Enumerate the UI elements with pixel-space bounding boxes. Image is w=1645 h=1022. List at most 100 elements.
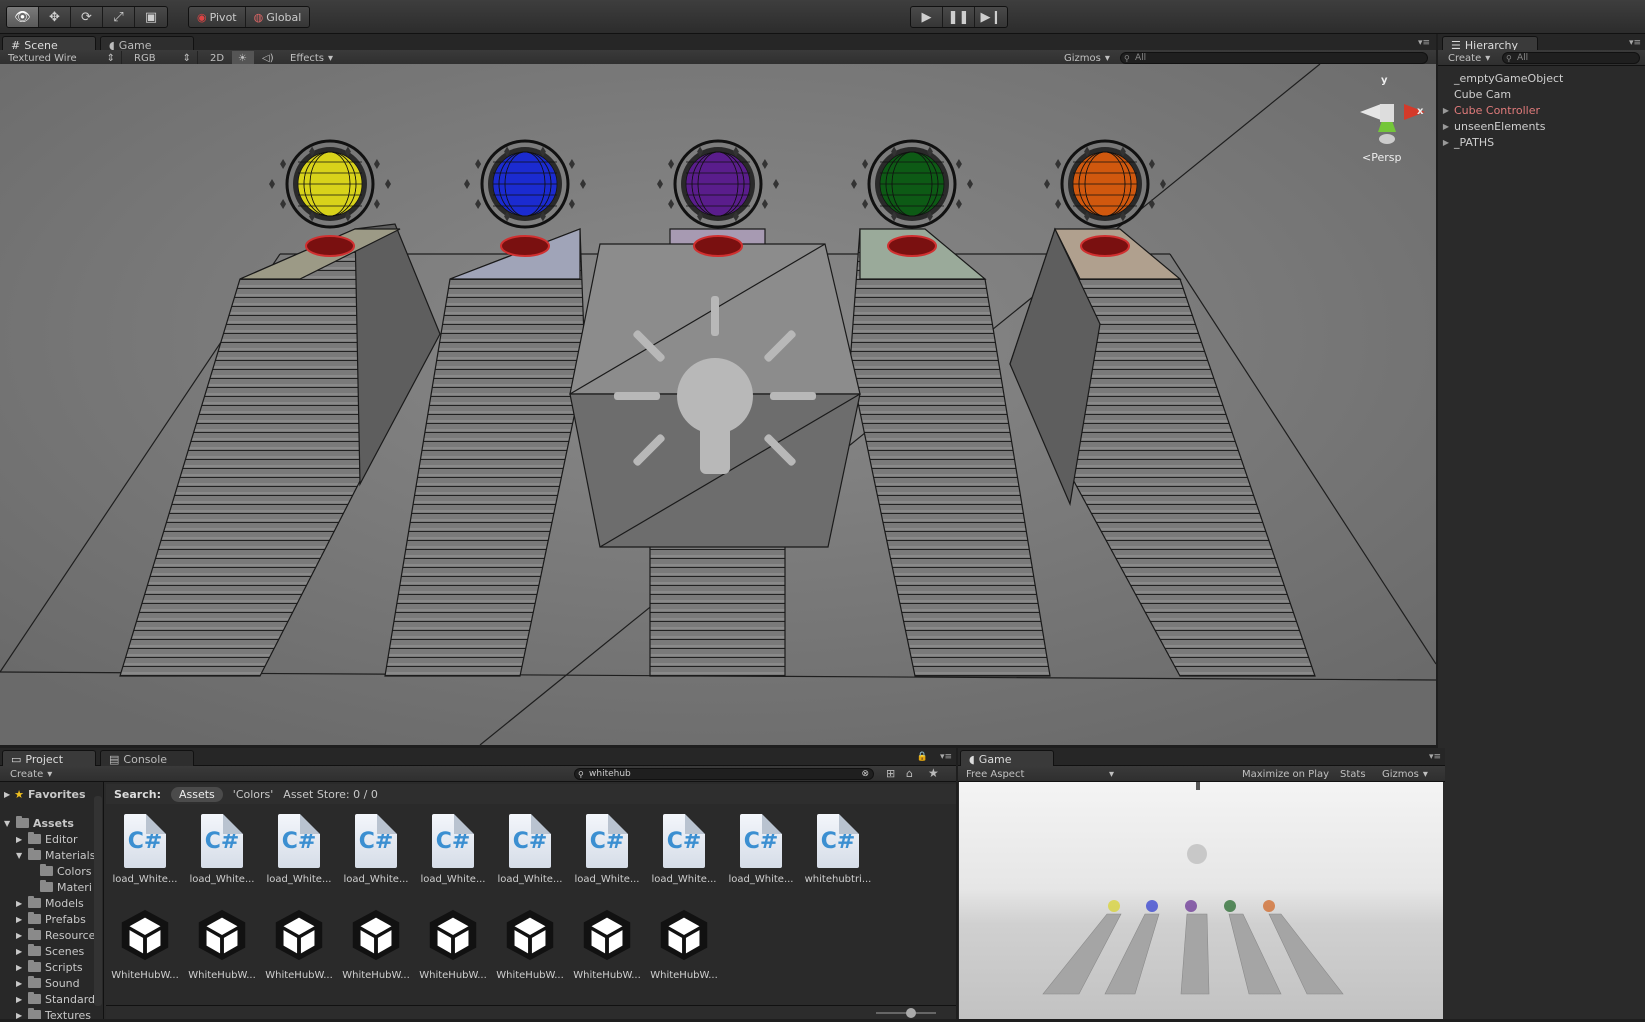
folder-item[interactable]: ▶ Textures — [0, 1007, 103, 1019]
folder-item[interactable]: ▶ Scenes — [0, 943, 103, 959]
script-asset[interactable]: C# load_White... — [649, 814, 719, 885]
draw-mode-dropdown[interactable]: Textured Wire ⇕ — [2, 51, 122, 65]
scope-assets[interactable]: Assets — [170, 786, 223, 802]
pause-button[interactable]: ❚❚ — [943, 7, 975, 27]
filter-label-icon[interactable]: ⌂ — [906, 767, 913, 780]
folder-item[interactable]: Colors — [0, 863, 103, 879]
panel-menu-icon[interactable]: ▾≡ — [1418, 38, 1430, 48]
scene-asset[interactable]: WhiteHubW... — [495, 906, 565, 981]
folder-item[interactable]: ▼ Materials — [0, 847, 103, 863]
hierarchy-item[interactable]: ▶ unseenElements — [1438, 118, 1645, 134]
tab-console[interactable]: ▤ Console — [100, 750, 194, 767]
script-asset[interactable]: C# load_White... — [264, 814, 334, 885]
project-search-input[interactable]: ⚲ whitehub ⊗ — [574, 768, 874, 780]
folder-item[interactable]: ▶ Standard — [0, 991, 103, 1007]
toggle-2d-button[interactable]: 2D — [204, 51, 230, 65]
updown-icon: ⇕ — [182, 52, 191, 64]
scene-asset[interactable]: WhiteHubW... — [110, 906, 180, 981]
expand-arrow-icon[interactable]: ▶ — [16, 947, 24, 956]
folder-item[interactable]: ▶ Scripts — [0, 959, 103, 975]
favorites-item[interactable]: ▶ ★ Favorites — [0, 786, 103, 802]
hierarchy-search-input[interactable]: ⚲ All — [1502, 52, 1640, 64]
project-toolbar: Create ▾ ⚲ whitehub ⊗ ⊞ ⌂ ★ — [0, 766, 956, 782]
folder-item[interactable]: Materi — [0, 879, 103, 895]
scene-asset[interactable]: WhiteHubW... — [341, 906, 411, 981]
lighting-toggle[interactable]: ☀ — [232, 51, 254, 65]
tab-game-view[interactable]: ◖ Game — [960, 750, 1054, 767]
favorite-star-icon[interactable]: ★ — [928, 766, 939, 780]
script-asset[interactable]: C# whitehubtri... — [803, 814, 873, 885]
scene-search-input[interactable]: ⚲ All — [1120, 52, 1428, 64]
global-button[interactable]: ◍ Global — [246, 7, 310, 27]
expand-arrow-icon[interactable]: ▶ — [16, 995, 24, 1004]
panel-menu-icon[interactable]: ▾≡ — [940, 752, 952, 762]
folder-item[interactable]: ▶ Sound — [0, 975, 103, 991]
expand-arrow-icon[interactable]: ▶ — [16, 1011, 24, 1020]
hierarchy-item[interactable]: Cube Cam — [1438, 86, 1645, 102]
scene-asset[interactable]: WhiteHubW... — [187, 906, 257, 981]
expand-arrow-icon[interactable]: ▶ — [1438, 106, 1454, 115]
script-asset[interactable]: C# load_White... — [726, 814, 796, 885]
scene-gizmos-dropdown[interactable]: Gizmos ▾ — [1058, 51, 1114, 65]
tree-scrollbar[interactable] — [94, 796, 102, 1006]
audio-toggle[interactable]: ◁) — [256, 51, 280, 65]
expand-arrow-icon[interactable]: ▶ — [16, 931, 24, 940]
scene-viewport[interactable]: y x <Persp — [0, 64, 1436, 745]
tab-project[interactable]: ▭ Project — [2, 750, 96, 767]
script-asset[interactable]: C# load_White... — [187, 814, 257, 885]
script-asset[interactable]: C# load_White... — [418, 814, 488, 885]
play-button[interactable]: ▶ — [911, 7, 943, 27]
lock-icon[interactable]: 🔒 — [917, 752, 928, 762]
scale-tool-button[interactable]: ⤢ — [103, 7, 135, 27]
folder-item[interactable]: ▶ Editor — [0, 831, 103, 847]
rect-tool-button[interactable]: ▣ — [135, 7, 167, 27]
expand-arrow-icon[interactable]: ▶ — [1438, 138, 1454, 147]
folder-item[interactable]: ▶ Models — [0, 895, 103, 911]
script-asset[interactable]: C# load_White... — [110, 814, 180, 885]
maximize-on-play-toggle[interactable]: Maximize on Play — [1236, 767, 1335, 781]
scope-colors[interactable]: 'Colors' — [233, 788, 274, 801]
script-asset[interactable]: C# load_White... — [341, 814, 411, 885]
hierarchy-item[interactable]: ▶ _PATHS — [1438, 134, 1645, 150]
clear-search-icon[interactable]: ⊗ — [861, 769, 869, 779]
step-button[interactable]: ▶❙ — [975, 7, 1007, 27]
hierarchy-create-dropdown[interactable]: Create ▾ — [1442, 51, 1496, 65]
scene-asset[interactable]: WhiteHubW... — [418, 906, 488, 981]
move-tool-button[interactable]: ✥ — [39, 7, 71, 27]
folder-item[interactable]: ▼ Assets — [0, 815, 103, 831]
expand-arrow-icon[interactable]: ▶ — [16, 899, 24, 908]
stats-toggle[interactable]: Stats — [1334, 767, 1372, 781]
effects-dropdown[interactable]: Effects ▾ — [284, 51, 340, 65]
view-tool-button[interactable]: 👁 — [7, 7, 39, 27]
hierarchy-item[interactable]: ▶ Cube Controller — [1438, 102, 1645, 118]
expand-arrow-icon[interactable]: ▶ — [1438, 122, 1454, 131]
expand-arrow-icon[interactable]: ▼ — [4, 819, 12, 828]
project-create-dropdown[interactable]: Create ▾ — [4, 767, 58, 781]
expand-arrow-icon[interactable]: ▶ — [16, 979, 24, 988]
persp-toggle[interactable]: <Persp — [1362, 151, 1401, 164]
aspect-dropdown[interactable]: Free Aspect ▾ — [960, 767, 1120, 781]
search-icon: ⚲ — [1506, 53, 1512, 63]
script-asset[interactable]: C# load_White... — [572, 814, 642, 885]
zoom-slider-handle[interactable] — [906, 1008, 916, 1018]
folder-item[interactable]: ▶ Resource — [0, 927, 103, 943]
pivot-button[interactable]: ◉ Pivot — [189, 7, 246, 27]
render-mode-dropdown[interactable]: RGB ⇕ — [128, 51, 198, 65]
script-asset[interactable]: C# load_White... — [495, 814, 565, 885]
expand-arrow-icon[interactable]: ▶ — [16, 835, 24, 844]
hierarchy-item[interactable]: _emptyGameObject — [1438, 70, 1645, 86]
filter-type-icon[interactable]: ⊞ — [886, 767, 895, 780]
rotate-tool-button[interactable]: ⟳ — [71, 7, 103, 27]
scene-asset[interactable]: WhiteHubW... — [572, 906, 642, 981]
game-viewport[interactable] — [959, 782, 1443, 1019]
expand-arrow-icon[interactable]: ▶ — [16, 915, 24, 924]
expand-arrow-icon[interactable]: ▼ — [16, 851, 24, 860]
scope-asset-store[interactable]: Asset Store: 0 / 0 — [283, 788, 378, 801]
panel-menu-icon[interactable]: ▾≡ — [1429, 752, 1441, 762]
scene-asset[interactable]: WhiteHubW... — [649, 906, 719, 981]
scene-asset[interactable]: WhiteHubW... — [264, 906, 334, 981]
panel-menu-icon[interactable]: ▾≡ — [1629, 38, 1641, 48]
expand-arrow-icon[interactable]: ▶ — [16, 963, 24, 972]
folder-item[interactable]: ▶ Prefabs — [0, 911, 103, 927]
game-gizmos-dropdown[interactable]: Gizmos ▾ — [1376, 767, 1434, 781]
